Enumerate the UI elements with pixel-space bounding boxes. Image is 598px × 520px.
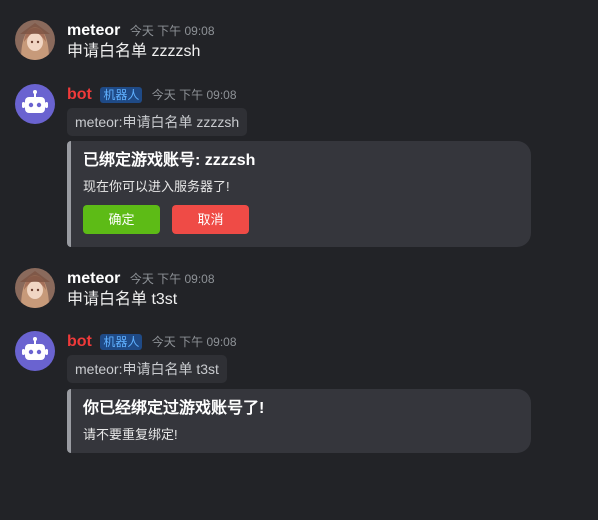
message-header: bot 机器人 今天 下午 09:08 <box>67 331 237 353</box>
message-text: 申请白名单 t3st <box>67 291 178 308</box>
message-header: meteor 今天 下午 09:08 <box>67 268 215 290</box>
anime-girl-avatar-icon <box>15 20 55 60</box>
user-avatar[interactable] <box>15 268 55 308</box>
timestamp: 今天 下午 09:08 <box>129 24 215 38</box>
anime-girl-avatar-icon <box>15 268 55 308</box>
message-header: meteor 今天 下午 09:08 <box>67 20 215 42</box>
message-text: 申请白名单 zzzzsh <box>67 43 201 60</box>
author-name[interactable]: meteor <box>67 270 120 287</box>
embed-title: 已绑定游戏账号: zzzzsh <box>83 152 256 169</box>
embed-card: 已绑定游戏账号: zzzzsh 现在你可以进入服务器了! 确定 取消 <box>67 141 531 247</box>
embed-description: 现在你可以进入服务器了! <box>83 179 230 194</box>
timestamp: 今天 下午 09:08 <box>151 335 237 349</box>
user-avatar[interactable] <box>15 20 55 60</box>
cancel-button[interactable]: 取消 <box>172 205 249 234</box>
bot-avatar[interactable] <box>15 331 55 371</box>
author-name[interactable]: bot <box>67 86 92 103</box>
author-name[interactable]: bot <box>67 333 92 350</box>
message-header: bot 机器人 今天 下午 09:08 <box>67 84 237 106</box>
timestamp: 今天 下午 09:08 <box>129 272 215 286</box>
embed-card: 你已经绑定过游戏账号了! 请不要重复绑定! <box>67 389 531 453</box>
bot-avatar[interactable] <box>15 84 55 124</box>
command-reference[interactable]: meteor:申请白名单 t3st <box>67 355 227 383</box>
author-name[interactable]: meteor <box>67 22 120 39</box>
embed-description: 请不要重复绑定! <box>83 427 178 442</box>
robot-icon <box>22 90 48 113</box>
bot-badge: 机器人 <box>100 334 143 350</box>
confirm-button[interactable]: 确定 <box>83 205 160 234</box>
bot-badge: 机器人 <box>100 87 143 103</box>
timestamp: 今天 下午 09:08 <box>151 88 237 102</box>
command-reference[interactable]: meteor:申请白名单 zzzzsh <box>67 108 248 136</box>
robot-icon <box>22 337 48 360</box>
embed-title: 你已经绑定过游戏账号了! <box>83 400 265 417</box>
